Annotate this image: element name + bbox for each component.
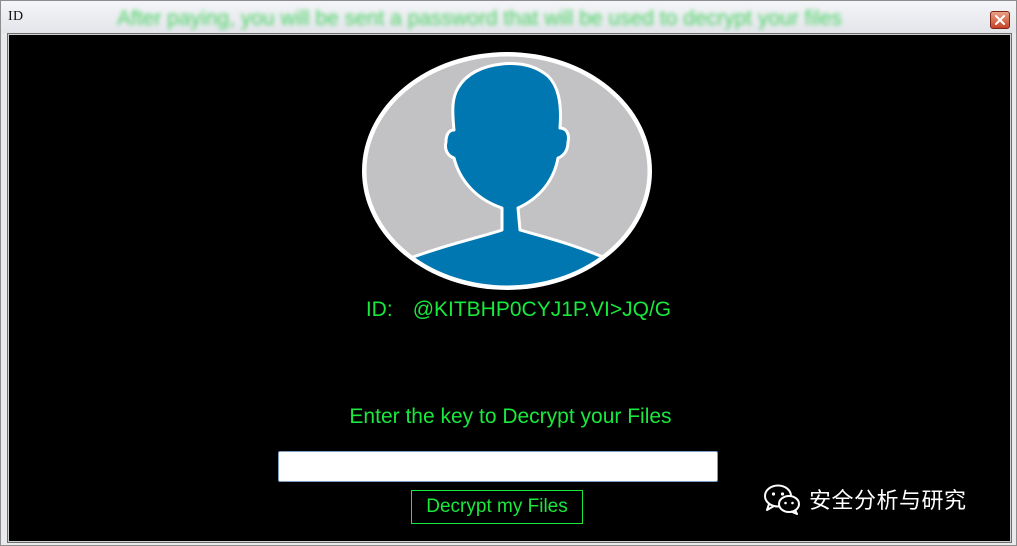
- wechat-icon: [764, 484, 800, 515]
- close-button[interactable]: [990, 11, 1010, 29]
- victim-id-row: ID: @KITBHP0CYJ1P.VI>JQ/G: [9, 298, 1010, 322]
- decrypt-button[interactable]: Decrypt my Files: [411, 490, 583, 524]
- id-label: ID:: [365, 298, 393, 321]
- blurred-banner-text: After paying, you will be sent a passwor…: [117, 7, 842, 30]
- decrypt-prompt: Enter the key to Decrypt your Files: [349, 405, 672, 428]
- key-input[interactable]: [278, 451, 718, 482]
- close-icon: [995, 15, 1005, 25]
- watermark-text: 安全分析与研究: [809, 489, 967, 514]
- window-title: ID: [8, 9, 24, 24]
- watermark: 安全分析与研究: [763, 483, 967, 515]
- user-silhouette-icon: [362, 52, 652, 290]
- title-bar[interactable]: ID After paying, you will be sent a pass…: [1, 1, 1016, 33]
- main-panel: ID: @KITBHP0CYJ1P.VI>JQ/G Enter the key t…: [7, 33, 1012, 543]
- ransom-window: ID After paying, you will be sent a pass…: [0, 0, 1017, 546]
- id-value: @KITBHP0CYJ1P.VI>JQ/G: [412, 298, 672, 321]
